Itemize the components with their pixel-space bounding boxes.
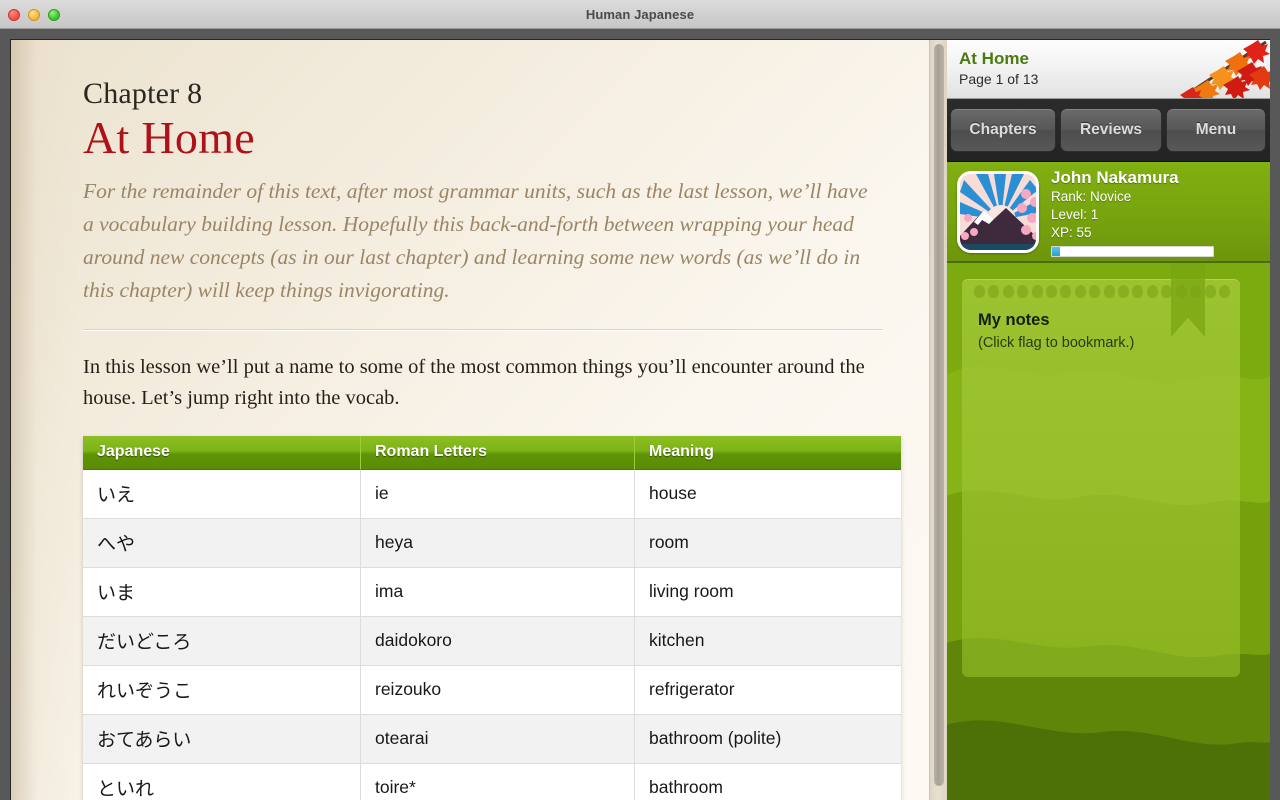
sidebar-chapter-title: At Home [959,49,1029,68]
table-row: といれ toire* bathroom [83,764,901,800]
traffic-light-buttons [8,0,60,29]
avatar[interactable] [957,170,1039,253]
sidebar: At Home Page 1 of 13 Chapters Reviews Me… [947,39,1270,800]
cell-roman: reizouko [360,666,634,716]
column-header-meaning: Meaning [634,436,901,471]
intro-paragraph: For the remainder of this text, after mo… [83,179,868,303]
window-body: Chapter 8 At Home For the remainder of t… [0,29,1280,800]
column-header-japanese: Japanese [83,436,360,471]
tab-menu[interactable]: Menu [1166,108,1266,152]
table-row: おてあらい otearai bathroom (polite) [83,715,901,765]
cell-meaning: kitchen [634,617,901,667]
xp-progress-fill [1052,246,1061,256]
table-row: いま ima living room [83,568,901,618]
cell-meaning: bathroom [634,764,901,800]
cell-roman: ima [360,568,634,618]
xp-progress-bar [1051,245,1214,257]
cell-japanese: いえ [83,470,360,520]
cell-meaning: house [634,470,901,520]
minimize-window-icon[interactable] [28,8,40,21]
cell-japanese: れいぞうこ [83,666,360,716]
notepad[interactable]: My notes (Click flag to bookmark.) [962,263,1240,677]
maximize-window-icon[interactable] [48,8,60,21]
table-row: いえ ie house [83,470,901,520]
section-divider [83,329,883,332]
page-title: At Home [83,111,256,163]
sidebar-tab-bar: Chapters Reviews Menu [947,99,1270,162]
table-row: だいどころ daidokoro kitchen [83,617,901,667]
profile-name: John Nakamura [1051,167,1179,187]
profile-level: Level: 1 [1051,206,1099,222]
reader-panel: Chapter 8 At Home For the remainder of t… [10,39,947,800]
cell-japanese: おてあらい [83,715,360,765]
page-scrollbar[interactable] [929,40,947,800]
vocabulary-table: Japanese Roman Letters Meaning いえ ie house… [83,436,901,800]
close-window-icon[interactable] [8,8,20,21]
profile-rank: Rank: Novice [1051,188,1132,204]
cell-meaning: living room [634,568,901,618]
table-row: へや heya room [83,519,901,569]
cell-roman: otearai [360,715,634,765]
tab-reviews[interactable]: Reviews [1060,108,1162,152]
sidebar-header: At Home Page 1 of 13 [947,40,1270,99]
cell-meaning: refrigerator [634,666,901,716]
chapter-label: Chapter 8 [83,77,203,110]
cell-roman: heya [360,519,634,569]
cell-roman: daidokoro [360,617,634,667]
cell-japanese: いま [83,568,360,618]
app-window: Human Japanese Chapter 8 At Home For the… [0,0,1280,800]
tab-chapters[interactable]: Chapters [950,108,1056,152]
cell-japanese: へや [83,519,360,569]
notes-panel: My notes (Click flag to bookmark.) [947,263,1270,800]
cell-roman: ie [360,470,634,520]
profile-xp: XP: 55 [1051,224,1092,240]
table-row: れいぞうこ reizouko refrigerator [83,666,901,716]
cell-meaning: bathroom (polite) [634,715,901,765]
title-bar: Human Japanese [0,0,1280,29]
user-profile-card[interactable]: John Nakamura Rank: Novice Level: 1 XP: … [947,162,1270,263]
cell-meaning: room [634,519,901,569]
cell-japanese: といれ [83,764,360,800]
notes-hint: (Click flag to bookmark.) [978,335,1135,351]
page-scrollbar-thumb[interactable] [934,44,944,786]
lesson-page: Chapter 8 At Home For the remainder of t… [11,40,929,800]
page-indicator: Page 1 of 13 [959,71,1039,87]
body-paragraph: In this lesson we’ll put a name to some … [83,356,865,410]
window-title: Human Japanese [585,6,695,22]
vocabulary-table-body: いえ ie house へや heya room いま ima living room だいどころ… [83,470,901,800]
profile-info: John Nakamura Rank: Novice Level: 1 XP: … [1051,167,1260,257]
cell-roman: toire* [360,764,634,800]
vocabulary-table-head: Japanese Roman Letters Meaning [83,436,901,471]
table-header-row: Japanese Roman Letters Meaning [83,436,901,471]
cell-japanese: だいどころ [83,617,360,667]
column-header-roman-letters: Roman Letters [360,436,634,471]
mount-fuji-sunrise-icon [960,173,1036,250]
